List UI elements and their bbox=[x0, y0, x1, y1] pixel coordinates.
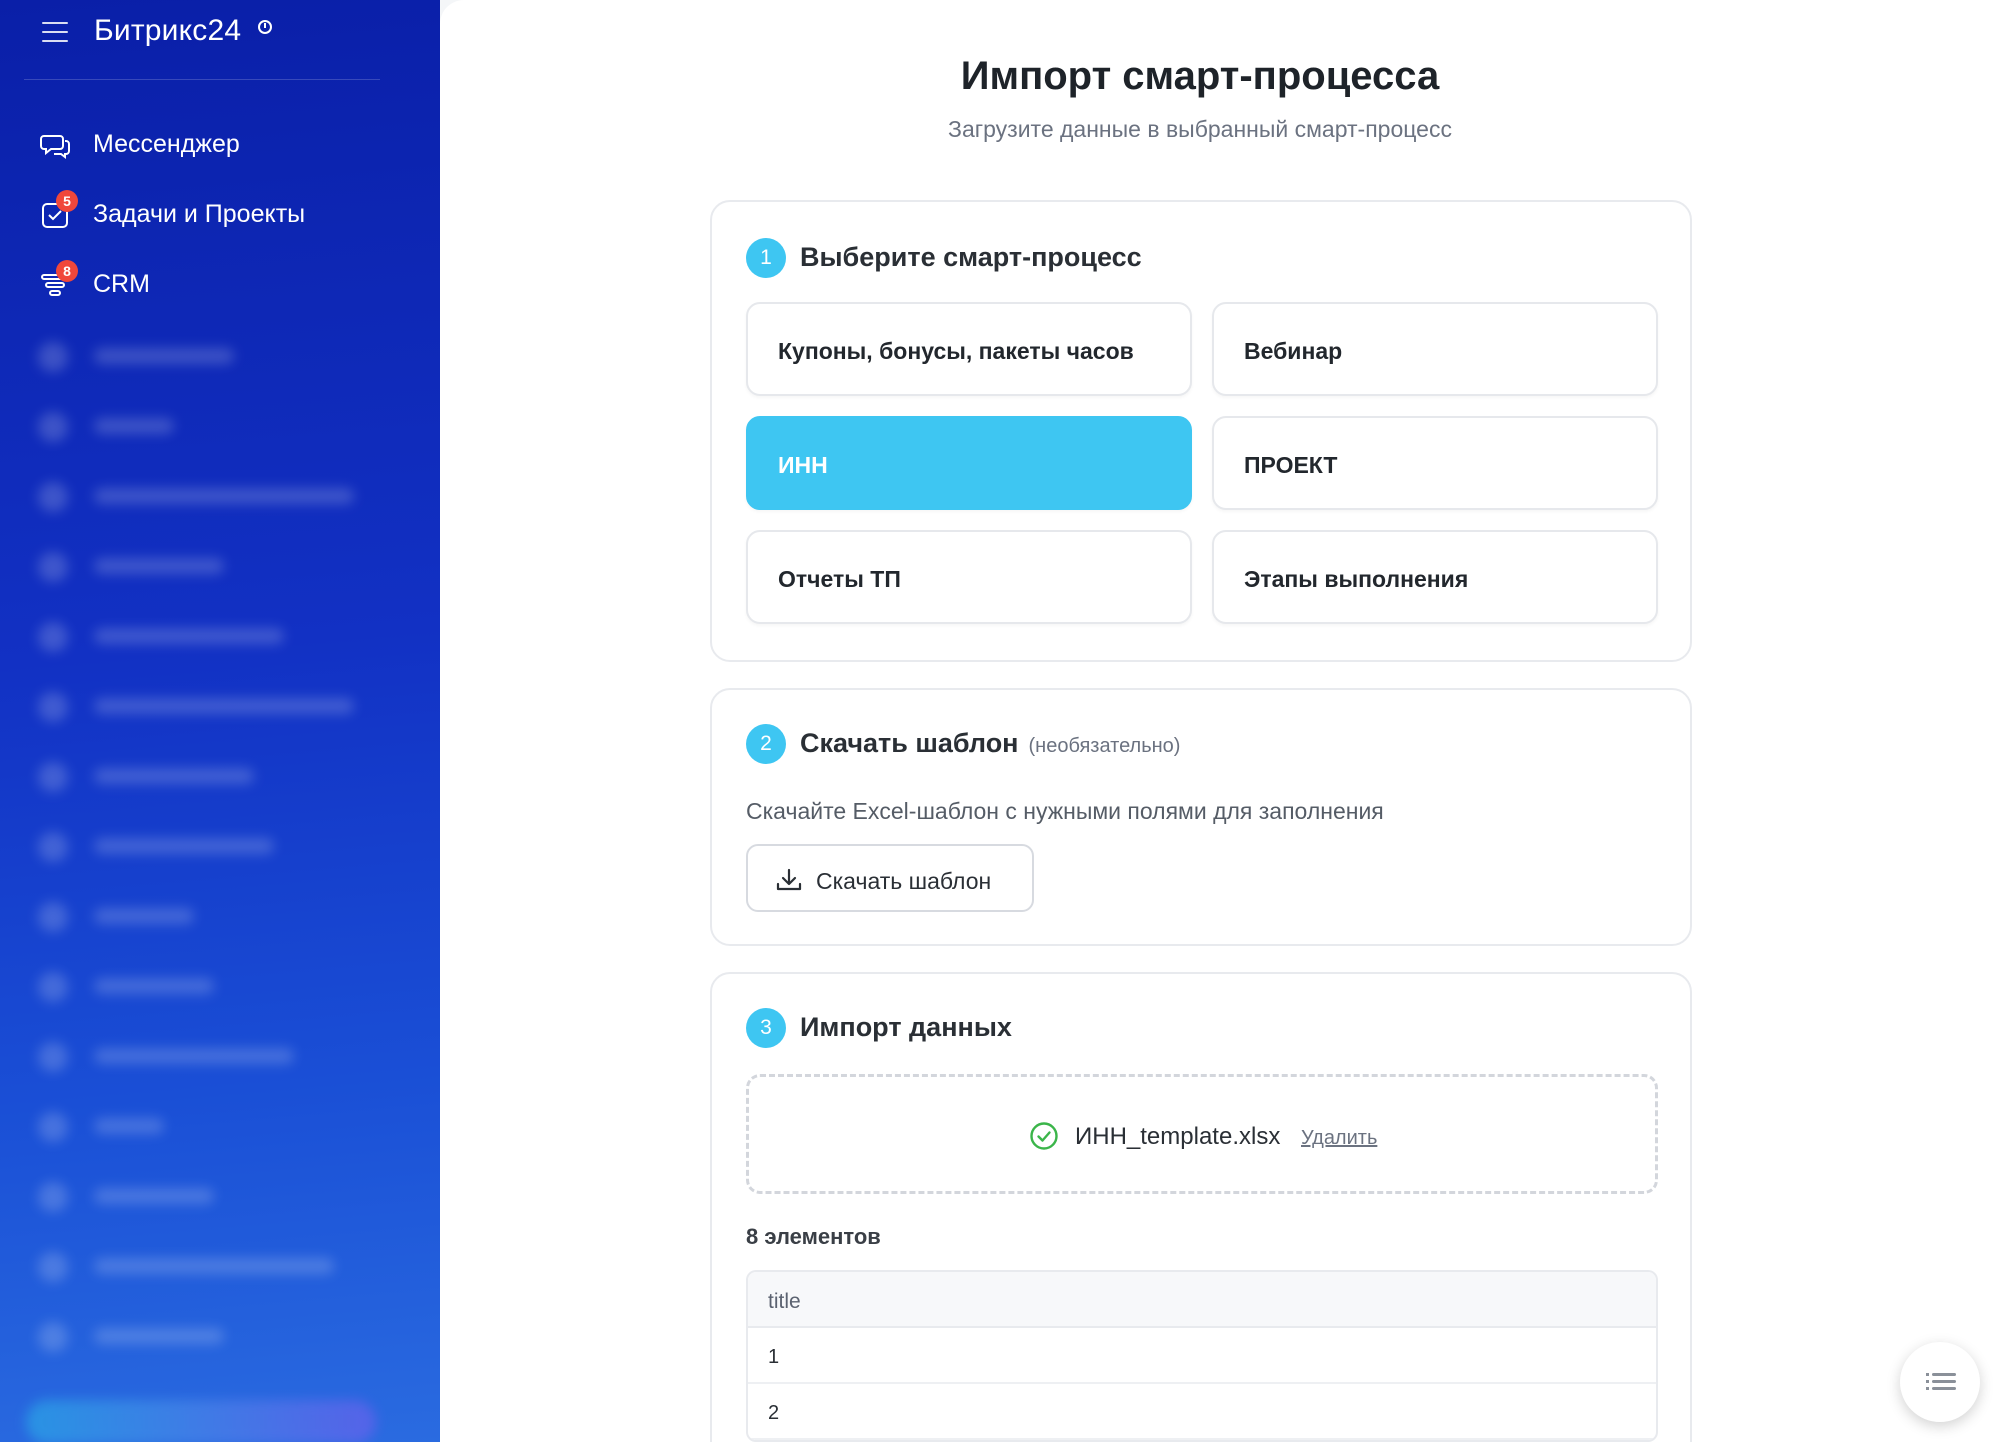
step2-number: 2 bbox=[746, 724, 786, 764]
items-count: 8 элементов bbox=[746, 1224, 881, 1249]
page-subtitle: Загрузите данные в выбранный смарт-проце… bbox=[948, 116, 1452, 142]
option-project[interactable]: ПРОЕКТ bbox=[1212, 416, 1658, 510]
option-label: ИНН bbox=[778, 452, 828, 478]
brand-logo[interactable]: Битрикс24 bbox=[94, 14, 241, 48]
column-title-header: title bbox=[768, 1290, 801, 1313]
sidebar-item-label: Задачи и Проекты bbox=[93, 200, 306, 228]
option-label: Отчеты ТП bbox=[778, 566, 901, 592]
sidebar-header: Битрикс24 bbox=[0, 0, 440, 80]
download-icon bbox=[776, 868, 802, 891]
step2-card: 2 Скачать шаблон (необязательно) Скачайте… bbox=[710, 688, 1692, 946]
option-tp-reports[interactable]: Отчеты ТП bbox=[746, 530, 1192, 624]
step2-description: Скачайте Excel-шаблон с нужными полями д… bbox=[746, 798, 1384, 824]
step2-note: (необязательно) bbox=[1028, 735, 1181, 757]
step3-title: Импорт данных bbox=[800, 1012, 1012, 1042]
table-cell: 2 bbox=[768, 1402, 780, 1424]
chat-icon bbox=[40, 135, 70, 159]
clock-icon bbox=[258, 20, 272, 34]
table-row: 2 bbox=[748, 1384, 1656, 1440]
table-header: title bbox=[748, 1272, 1656, 1328]
blurred-sidebar-items bbox=[0, 330, 440, 1442]
sidebar-item-label: CRM bbox=[93, 270, 150, 298]
preview-table: title 1 2 bbox=[746, 1270, 1658, 1442]
main-panel: Импорт смарт-процесса Загрузите данные в… bbox=[440, 0, 2000, 1442]
option-label: Купоны, бонусы, пакеты часов bbox=[778, 338, 1134, 364]
option-webinar[interactable]: Вебинар bbox=[1212, 302, 1658, 396]
download-template-button[interactable]: Скачать шаблон bbox=[746, 844, 1034, 912]
option-label: Вебинар bbox=[1244, 338, 1343, 364]
table-row: 1 bbox=[748, 1328, 1656, 1384]
sidebar: Битрикс24 Мессенджер 5 Задачи и Проекты … bbox=[0, 0, 440, 1442]
sidebar-item-crm[interactable]: 8 CRM bbox=[0, 256, 400, 312]
sidebar-item-tasks[interactable]: 5 Задачи и Проекты bbox=[0, 186, 400, 242]
step2-title-text: Скачать шаблон bbox=[800, 728, 1019, 758]
option-inn[interactable]: ИНН bbox=[746, 416, 1192, 510]
file-name: ИНН_template.xlsx bbox=[1075, 1123, 1281, 1150]
step1-number: 1 bbox=[746, 238, 786, 278]
tasks-badge: 5 bbox=[56, 190, 78, 212]
sidebar-item-messenger[interactable]: Мессенджер bbox=[0, 116, 400, 172]
page-title: Импорт смарт-процесса bbox=[960, 54, 1440, 98]
option-stages[interactable]: Этапы выполнения bbox=[1212, 530, 1658, 624]
option-coupons[interactable]: Купоны, бонусы, пакеты часов bbox=[746, 302, 1192, 396]
check-circle-icon bbox=[1030, 1122, 1058, 1150]
list-icon bbox=[1926, 1373, 1956, 1390]
option-label: ПРОЕКТ bbox=[1244, 452, 1338, 478]
step1-title: Выберите смарт-процесс bbox=[800, 242, 1142, 272]
file-dropzone[interactable]: ИНН_template.xlsx Удалить bbox=[746, 1074, 1658, 1194]
crm-badge: 8 bbox=[56, 260, 78, 282]
step3-number: 3 bbox=[746, 1008, 786, 1048]
step3-card: 3 Импорт данных ИНН_template.xlsx Удалит… bbox=[710, 972, 1692, 1442]
step1-card: 1 Выберите смарт-процесс Купоны, бонусы,… bbox=[710, 200, 1692, 662]
sidebar-divider bbox=[24, 79, 380, 80]
delete-file-link[interactable]: Удалить bbox=[1301, 1127, 1377, 1150]
option-label: Этапы выполнения bbox=[1244, 566, 1469, 592]
list-menu-button[interactable] bbox=[1900, 1342, 1980, 1422]
table-cell: 1 bbox=[768, 1346, 780, 1368]
download-template-label: Скачать шаблон bbox=[816, 868, 992, 894]
step2-title: Скачать шаблон (необязательно) bbox=[800, 728, 1180, 759]
sidebar-item-label: Мессенджер bbox=[93, 130, 240, 158]
menu-icon[interactable] bbox=[42, 22, 68, 42]
